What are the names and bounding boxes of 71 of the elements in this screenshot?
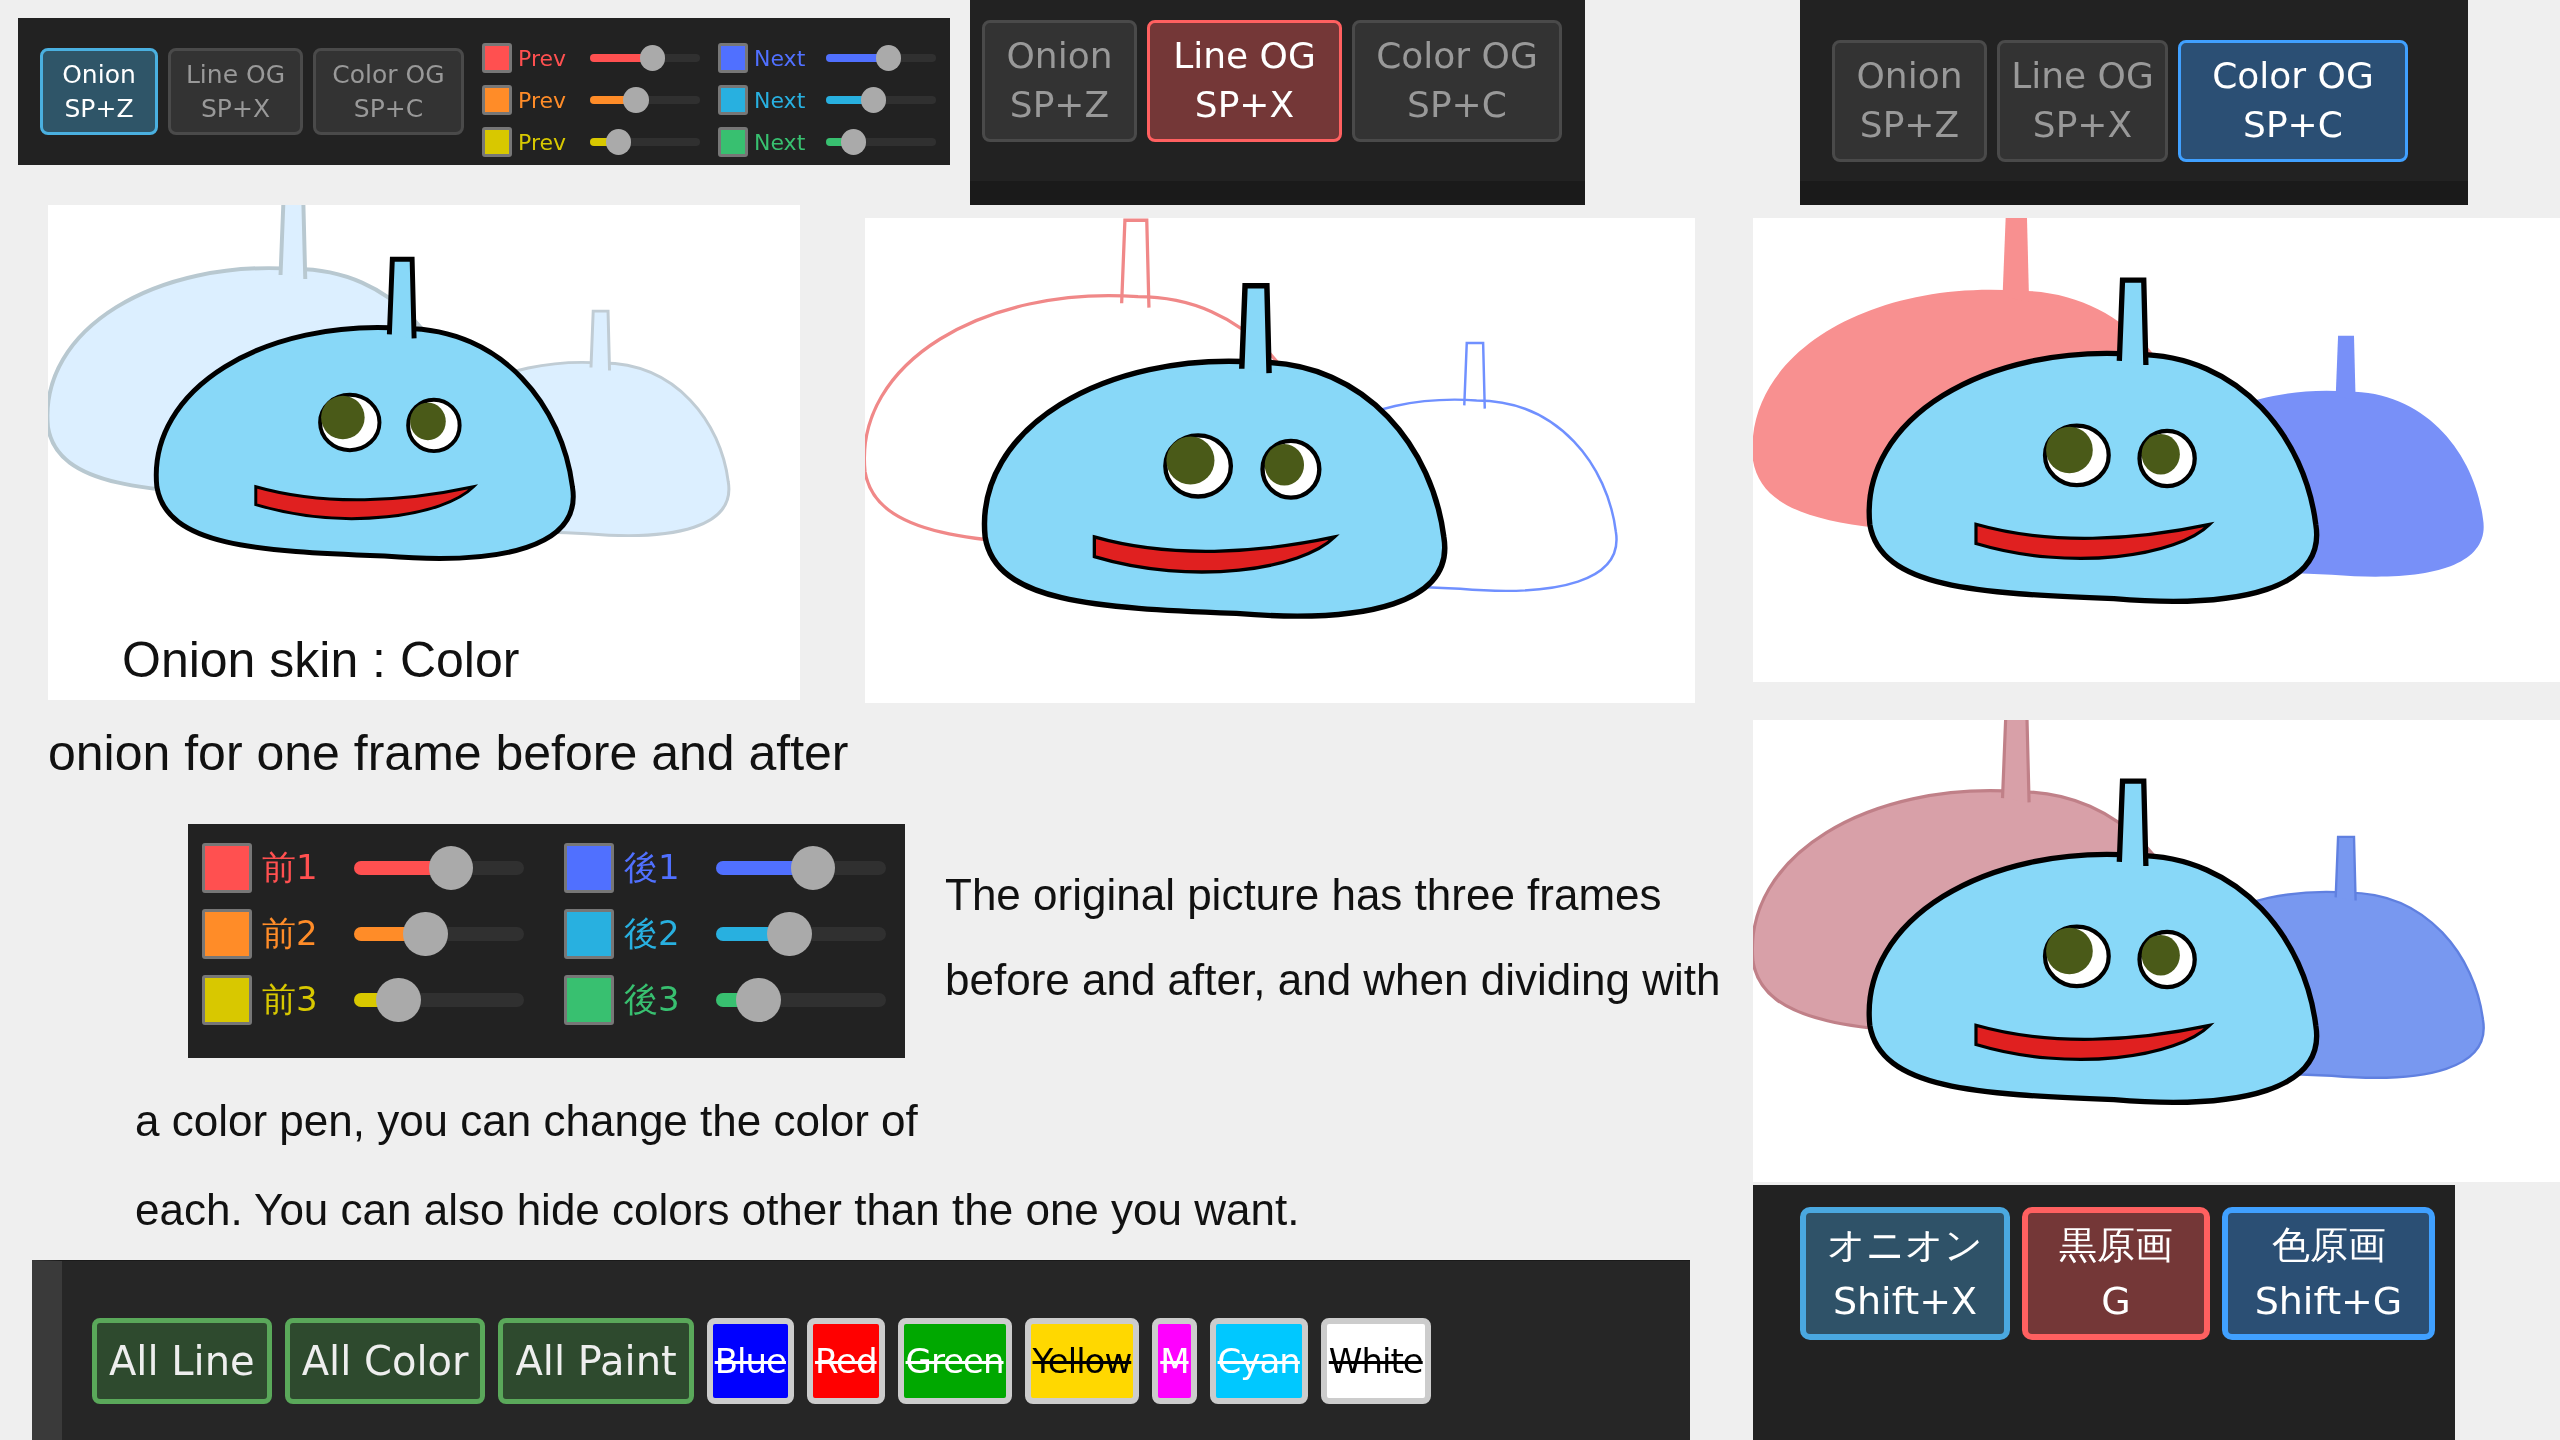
color-swatch[interactable] [718, 43, 748, 73]
frame-label: 後1 [624, 846, 681, 889]
frame-label: Next [754, 129, 807, 155]
description-text: each. You can also hide colors other than the one you want. [135, 1184, 1301, 1236]
color-swatch[interactable] [718, 85, 748, 115]
frame-label: Prev [518, 45, 567, 71]
color-swatch[interactable] [718, 127, 748, 157]
mode-button[interactable]: オニオン Shift+X [1800, 1207, 2010, 1340]
color-swatch[interactable] [564, 975, 614, 1025]
color-swatch[interactable] [482, 43, 512, 73]
frame-label: Prev [518, 87, 567, 113]
frame-label: 前2 [262, 912, 319, 955]
description-text: before and after, and when dividing with [945, 954, 1721, 1006]
description-text: The original picture has three frames [945, 869, 1663, 921]
color-swatch[interactable] [482, 85, 512, 115]
slider-track[interactable] [716, 977, 886, 1023]
slider-thumb[interactable] [605, 129, 632, 155]
mode-button[interactable]: Color OG SP+C [2178, 40, 2408, 162]
slider-track[interactable] [590, 45, 700, 71]
frame-label: Next [754, 45, 807, 71]
mode-button[interactable]: Line OG SP+X [1147, 20, 1342, 142]
mode-button[interactable]: Onion SP+Z [40, 48, 158, 135]
color-swatch[interactable] [202, 975, 252, 1025]
slider-thumb[interactable] [860, 87, 887, 113]
mode-button[interactable]: 黒原画 G [2022, 1207, 2210, 1340]
mode-button[interactable]: Line OG SP+X [168, 48, 303, 135]
filter-button[interactable]: All Color [284, 1318, 486, 1404]
slider-track[interactable] [354, 977, 524, 1023]
color-swatch[interactable] [564, 843, 614, 893]
slider-track[interactable] [826, 45, 936, 71]
frame-label: 後2 [624, 912, 681, 955]
mode-button[interactable]: Line OG SP+X [1997, 40, 2168, 162]
slider-track[interactable] [826, 87, 936, 113]
slider-track[interactable] [354, 845, 524, 891]
frame-label: Prev [518, 129, 567, 155]
mode-button[interactable]: Onion SP+Z [1832, 40, 1987, 162]
filter-button[interactable]: All Paint [498, 1318, 694, 1404]
slider-track[interactable] [716, 845, 886, 891]
mode-button[interactable]: Onion SP+Z [982, 20, 1137, 142]
frame-label: Next [754, 87, 807, 113]
frame-label: 後3 [624, 978, 681, 1021]
slider-track[interactable] [716, 911, 886, 957]
color-swatch[interactable] [482, 127, 512, 157]
filter-button[interactable]: All Line [92, 1318, 272, 1404]
color-swatch[interactable] [202, 909, 252, 959]
mode-button[interactable]: Color OG SP+C [1352, 20, 1562, 142]
caption-text: onion for one frame before and after [48, 725, 850, 781]
color-swatch[interactable] [202, 843, 252, 893]
slider-thumb[interactable] [639, 45, 666, 71]
slider-track[interactable] [354, 911, 524, 957]
slider-thumb[interactable] [766, 911, 812, 957]
color-filter-button[interactable]: Blue [706, 1318, 794, 1404]
color-filter-button[interactable]: Yellow [1024, 1318, 1140, 1404]
slider-track[interactable] [590, 87, 700, 113]
color-filter-button[interactable]: White [1320, 1318, 1431, 1404]
caption-text: Onion skin : Color [122, 631, 520, 690]
frame-label: 前1 [262, 846, 319, 889]
description-text: a color pen, you can change the color of [135, 1095, 919, 1147]
slider-track[interactable] [590, 129, 700, 155]
slider-thumb[interactable] [403, 911, 448, 957]
slider-thumb[interactable] [840, 129, 867, 155]
color-filter-button[interactable]: Red [806, 1318, 885, 1404]
slider-thumb[interactable] [736, 977, 781, 1023]
slider-thumb[interactable] [623, 87, 649, 113]
mode-button[interactable]: 色原画 Shift+G [2222, 1207, 2435, 1340]
slider-thumb[interactable] [875, 45, 902, 71]
frame-label: 前3 [262, 978, 319, 1021]
mode-button[interactable]: Color OG SP+C [313, 48, 464, 135]
slider-thumb[interactable] [375, 977, 421, 1023]
color-swatch[interactable] [564, 909, 614, 959]
slider-track[interactable] [826, 129, 936, 155]
